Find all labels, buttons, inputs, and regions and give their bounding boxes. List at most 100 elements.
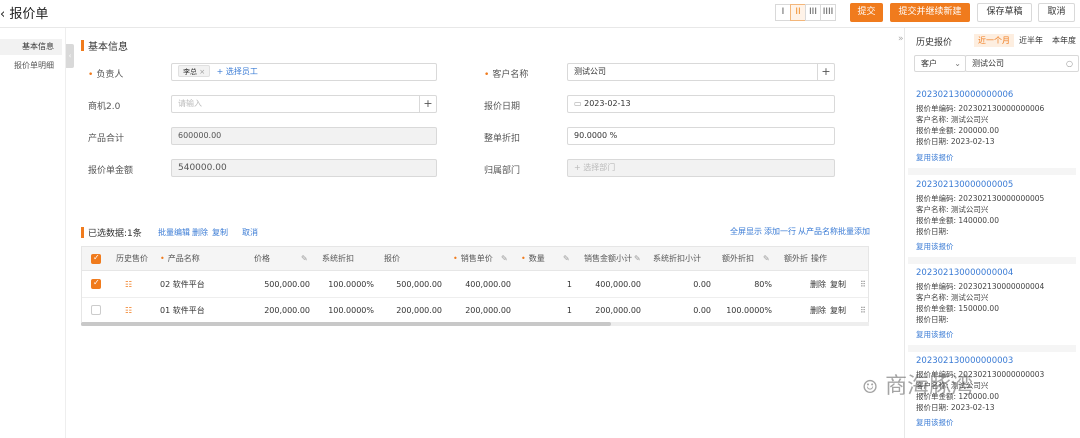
cell-quote: 200,000.00	[396, 306, 442, 315]
cell-unit-price[interactable]: 400,000.00	[452, 272, 511, 298]
view-button-3[interactable]: III	[805, 4, 821, 21]
nav-item-quote-detail[interactable]: 报价单明细	[0, 58, 62, 74]
cell-system-discount: 100.0000%	[328, 280, 374, 289]
tab-last-month[interactable]: 近一个月	[974, 34, 1014, 47]
top-bar: ‹ 报价单 I II III IIII 提交 提交并继续新建 保存草稿 取消	[0, 0, 1080, 28]
row-checkbox[interactable]	[91, 305, 101, 315]
fullscreen-link[interactable]: 全屏显示	[730, 226, 762, 237]
row-copy-link[interactable]: 复制	[830, 272, 846, 298]
detail-marker	[81, 227, 84, 238]
col-unit-price: • 销售单价	[453, 254, 493, 263]
cell-extra-discount[interactable]: 80%	[722, 272, 772, 298]
nav-item-basic-info[interactable]: 基本信息	[0, 39, 62, 55]
history-card-customer: 客户名称: 测试公司兴	[916, 115, 989, 124]
history-card-amount: 报价单金额: 140000.00	[916, 216, 999, 225]
card-divider	[908, 345, 1076, 352]
scrollbar-thumb[interactable]	[81, 322, 611, 326]
search-icon[interactable]: ○	[1066, 56, 1073, 71]
cancel-selection-link[interactable]: 取消	[242, 227, 258, 238]
owner-field[interactable]: 李总 × + 选择员工	[171, 63, 437, 81]
history-card-number[interactable]: 202302130000000005	[916, 180, 1013, 190]
cell-unit-price[interactable]: 200,000.00	[452, 298, 511, 324]
reuse-quote-link[interactable]: 复用该报价	[916, 329, 954, 340]
history-card-number[interactable]: 202302130000000006	[916, 90, 1013, 100]
back-icon[interactable]: ‹	[0, 7, 5, 22]
history-card-number[interactable]: 202302130000000003	[916, 356, 1013, 366]
view-button-2[interactable]: II	[790, 4, 806, 21]
history-card-number[interactable]: 202302130000000004	[916, 268, 1013, 278]
quote-date-field[interactable]: ▭ 2023-02-13	[567, 95, 835, 113]
table-row: ☷ 01 软件平台 200,000.00 100.0000% 200,000.0…	[82, 298, 868, 324]
customer-label: • 客户名称	[484, 70, 529, 80]
row-checkbox[interactable]	[91, 278, 101, 289]
basic-info-title: 基本信息	[88, 42, 128, 53]
cell-subtotal[interactable]: 200,000.00	[582, 298, 641, 324]
selected-count: 已选数据:1条	[88, 229, 142, 239]
customer-add-icon[interactable]: +	[817, 64, 834, 80]
history-search-input[interactable]: 测试公司 ○	[965, 55, 1079, 72]
submit-button[interactable]: 提交	[850, 3, 883, 22]
col-actions: 操作	[811, 254, 827, 263]
cell-product: 02 软件平台	[160, 280, 205, 289]
cell-price[interactable]: 500,000.00	[252, 272, 310, 298]
history-card-amount: 报价单金额: 200000.00	[916, 126, 999, 135]
department-field[interactable]: + 选择部门	[567, 159, 835, 177]
drag-handle-icon[interactable]: ⠿	[860, 272, 866, 298]
tab-this-year[interactable]: 本年度	[1052, 35, 1076, 46]
edit-quantity-icon[interactable]: ✎	[563, 247, 570, 271]
card-divider	[908, 257, 1076, 264]
drag-handle-icon[interactable]: ⠿	[860, 298, 866, 324]
reuse-quote-link[interactable]: 复用该报价	[916, 241, 954, 252]
submit-new-button[interactable]: 提交并继续新建	[890, 3, 970, 22]
quote-date-label: 报价日期	[484, 102, 521, 112]
history-price-icon[interactable]: ☷	[125, 298, 132, 324]
col-history-price: 历史售价	[116, 254, 148, 263]
select-all-checkbox[interactable]	[91, 253, 101, 264]
reuse-quote-link[interactable]: 复用该报价	[916, 417, 954, 428]
cell-quantity[interactable]: 1	[522, 298, 572, 324]
discount-field[interactable]: 90.0000 %	[567, 127, 835, 145]
collapse-handle[interactable]: ‹	[66, 44, 74, 68]
select-employee-link[interactable]: + 选择员工	[217, 67, 258, 76]
opportunity-input[interactable]: 请输入 +	[171, 95, 437, 113]
cell-extra-discount[interactable]: 100.0000%	[722, 298, 772, 324]
cell-price[interactable]: 200,000.00	[252, 298, 310, 324]
view-button-4[interactable]: IIII	[820, 4, 836, 21]
row-delete-link[interactable]: 删除	[810, 298, 826, 324]
col-product-name: • 产品名称	[160, 254, 200, 263]
watermark: ☺ 商海豚湾	[862, 374, 974, 399]
row-delete-link[interactable]: 删除	[810, 272, 826, 298]
batch-edit-link[interactable]: 批量编辑	[158, 227, 190, 238]
edit-subtotal-icon[interactable]: ✎	[634, 247, 641, 271]
panel-collapse-icon[interactable]: »	[898, 34, 904, 44]
reuse-quote-link[interactable]: 复用该报价	[916, 152, 954, 163]
history-card-date: 报价日期:	[916, 315, 949, 324]
cell-product: 01 软件平台	[160, 306, 205, 315]
batch-add-products-link[interactable]: 从产品名称批量添加	[798, 226, 870, 237]
section-marker	[81, 40, 84, 51]
page-title: ‹ 报价单	[0, 7, 49, 22]
save-draft-button[interactable]: 保存草稿	[977, 3, 1032, 22]
history-card-amount: 报价单金额: 150000.00	[916, 304, 999, 313]
row-copy-link[interactable]: 复制	[830, 298, 846, 324]
edit-extra-discount-icon[interactable]: ✎	[763, 247, 770, 271]
col-system-discount-subtotal: 系统折扣小计	[653, 254, 701, 263]
edit-price-icon[interactable]: ✎	[301, 247, 308, 271]
cell-subtotal[interactable]: 400,000.00	[582, 272, 641, 298]
add-row-link[interactable]: 添加一行	[764, 226, 796, 237]
opportunity-add-icon[interactable]: +	[419, 96, 436, 112]
cancel-button[interactable]: 取消	[1038, 3, 1075, 22]
delete-selected-link[interactable]: 删除	[192, 227, 208, 238]
edit-unit-price-icon[interactable]: ✎	[501, 247, 508, 271]
copy-selected-link[interactable]: 复制	[212, 227, 228, 238]
history-card-code: 报价单编码: 202302130000000006	[916, 104, 1045, 113]
view-button-1[interactable]: I	[775, 4, 791, 21]
product-total-field: 600000.00	[171, 127, 437, 145]
tab-last-half-year[interactable]: 近半年	[1019, 35, 1043, 46]
history-filter-select[interactable]: 客户 ⌄	[914, 55, 966, 72]
col-extra-discount: 额外折扣	[722, 254, 754, 263]
tag-close-icon[interactable]: ×	[199, 68, 205, 76]
customer-field[interactable]: 测试公司 +	[567, 63, 835, 81]
history-price-icon[interactable]: ☷	[125, 272, 132, 298]
cell-quantity[interactable]: 1	[522, 272, 572, 298]
